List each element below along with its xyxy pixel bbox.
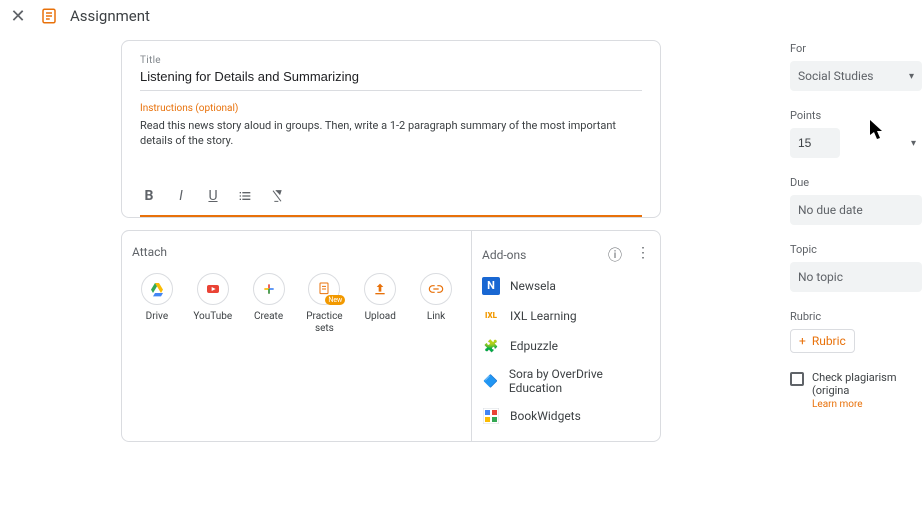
addon-label: BookWidgets <box>510 409 581 423</box>
link-icon <box>420 273 452 305</box>
addons-more-icon[interactable]: ⋮ <box>636 245 650 265</box>
close-button[interactable]: ✕ <box>8 6 28 27</box>
assignment-icon <box>40 7 58 25</box>
title-label: Title <box>140 55 642 66</box>
underline-button[interactable]: U <box>204 187 222 205</box>
new-badge: New <box>325 295 345 305</box>
learn-more-link[interactable]: Learn more <box>812 399 922 410</box>
instructions-label: Instructions (optional) <box>140 103 642 114</box>
attach-addons-card: Attach Drive YouTube Create <box>121 230 661 442</box>
upload-icon <box>364 273 396 305</box>
addon-newsela[interactable]: N Newsela <box>482 275 650 297</box>
format-toolbar: B I U <box>140 177 642 217</box>
attach-label: Practice sets <box>299 311 349 335</box>
plus-icon: + <box>799 334 806 348</box>
due-value: No due date <box>798 203 863 217</box>
points-input[interactable] <box>790 128 840 158</box>
attach-label: YouTube <box>193 311 232 323</box>
due-label: Due <box>790 176 922 189</box>
italic-button[interactable]: I <box>172 187 190 205</box>
ixl-icon: IXL <box>482 307 500 325</box>
addon-bookwidgets[interactable]: BookWidgets <box>482 405 650 427</box>
addon-sora[interactable]: 🔷 Sora by OverDrive Education <box>482 365 650 397</box>
list-button[interactable] <box>236 187 254 205</box>
chevron-down-icon[interactable]: ▾ <box>911 138 922 149</box>
edpuzzle-icon: 🧩 <box>482 337 500 355</box>
attach-practice-sets[interactable]: New Practice sets <box>299 273 349 335</box>
instructions-text[interactable]: Read this news story aloud in groups. Th… <box>140 118 642 149</box>
attach-drive[interactable]: Drive <box>132 273 182 335</box>
topic-value: No topic <box>798 270 843 284</box>
create-icon <box>253 273 285 305</box>
for-select[interactable]: Social Studies ▾ <box>790 61 922 91</box>
newsela-icon: N <box>482 277 500 295</box>
addon-label: Sora by OverDrive Education <box>509 367 650 395</box>
due-select[interactable]: No due date <box>790 195 922 225</box>
attach-heading: Attach <box>132 245 461 259</box>
topic-select[interactable]: No topic <box>790 262 922 292</box>
rubric-label: Rubric <box>790 310 922 323</box>
bold-button[interactable]: B <box>140 187 158 205</box>
attach-youtube[interactable]: YouTube <box>188 273 238 335</box>
assignment-editor-card: Title Instructions (optional) Read this … <box>121 40 661 218</box>
attach-upload[interactable]: Upload <box>355 273 405 335</box>
attach-label: Drive <box>146 311 168 323</box>
attach-create[interactable]: Create <box>244 273 294 335</box>
youtube-icon <box>197 273 229 305</box>
attach-label: Upload <box>365 311 396 323</box>
drive-icon <box>141 273 173 305</box>
clear-format-button[interactable] <box>268 187 286 205</box>
page-title: Assignment <box>70 7 150 25</box>
for-value: Social Studies <box>798 69 874 83</box>
rubric-button-text: Rubric <box>812 334 846 348</box>
title-input[interactable] <box>140 66 642 91</box>
plagiarism-label: Check plagiarism (origina <box>812 371 922 397</box>
addon-ixl[interactable]: IXL IXL Learning <box>482 305 650 327</box>
addon-label: Edpuzzle <box>510 339 558 353</box>
points-label: Points <box>790 109 922 122</box>
plagiarism-checkbox[interactable] <box>790 372 804 386</box>
addon-label: IXL Learning <box>510 309 577 323</box>
addons-heading: Add-ons <box>482 248 526 262</box>
addon-label: Newsela <box>510 279 556 293</box>
for-label: For <box>790 42 922 55</box>
sora-icon: 🔷 <box>482 372 499 390</box>
bookwidgets-icon <box>482 407 500 425</box>
chevron-down-icon: ▾ <box>909 71 914 82</box>
attach-label: Link <box>427 311 445 323</box>
attach-label: Create <box>254 311 283 323</box>
addons-info-icon[interactable]: ⓘ <box>608 245 622 265</box>
attach-link[interactable]: Link <box>411 273 461 335</box>
rubric-button[interactable]: + Rubric <box>790 329 855 353</box>
topic-label: Topic <box>790 243 922 256</box>
addon-edpuzzle[interactable]: 🧩 Edpuzzle <box>482 335 650 357</box>
